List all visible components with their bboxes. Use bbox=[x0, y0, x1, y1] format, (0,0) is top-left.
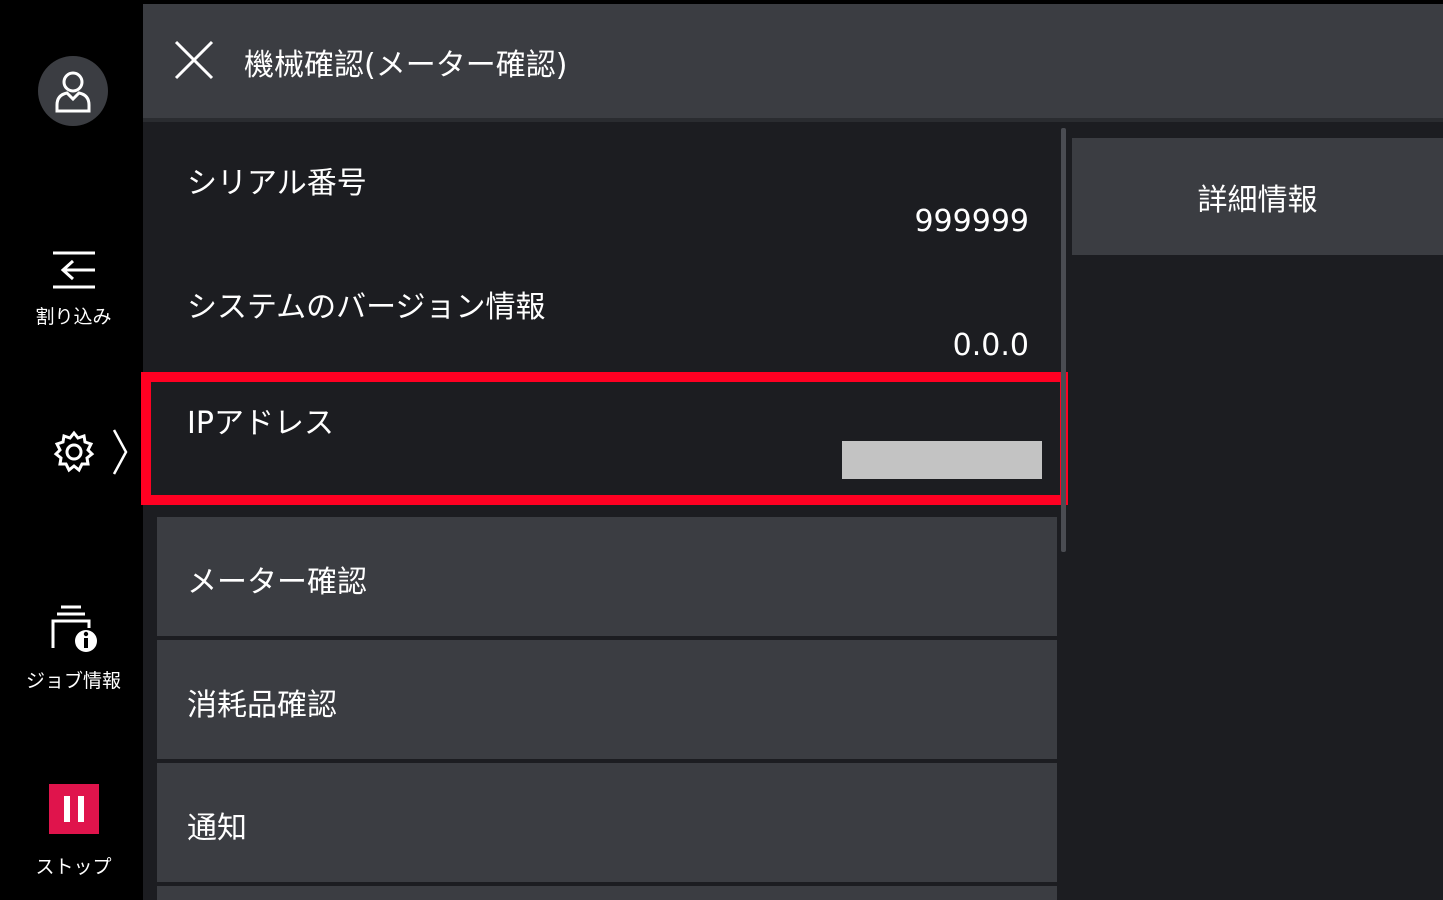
job-info-button[interactable]: ジョブ情報 bbox=[4, 604, 143, 693]
consumables-check-item[interactable]: 消耗品確認 bbox=[157, 640, 1057, 759]
job-info-label: ジョブ情報 bbox=[25, 670, 121, 692]
system-version-row: システムのバージョン情報 0.0.0 bbox=[157, 254, 1057, 374]
system-version-label: システムのバージョン情報 bbox=[187, 290, 546, 325]
next-menu-item[interactable] bbox=[157, 886, 1057, 900]
job-info-icon bbox=[51, 605, 97, 652]
detail-info-label: 詳細情報 bbox=[1197, 182, 1318, 218]
notification-item[interactable]: 通知 bbox=[157, 763, 1057, 882]
close-button[interactable] bbox=[172, 38, 216, 82]
close-icon bbox=[174, 40, 214, 80]
interrupt-label: 割り込み bbox=[35, 306, 112, 328]
meter-check-label: メーター確認 bbox=[187, 565, 367, 600]
consumables-check-label: 消耗品確認 bbox=[187, 688, 337, 723]
left-rail: 割り込み ジョブ情報 ストップ bbox=[4, 4, 143, 900]
notification-label: 通知 bbox=[187, 811, 247, 846]
stop-button[interactable]: ストップ bbox=[4, 784, 143, 879]
serial-number-value: 999999 bbox=[914, 204, 1029, 239]
page-title: 機械確認(メーター確認) bbox=[244, 48, 568, 83]
stop-icon bbox=[48, 784, 99, 834]
user-button[interactable] bbox=[38, 56, 108, 126]
gear-icon bbox=[53, 430, 95, 473]
user-icon bbox=[55, 71, 91, 113]
meter-check-item[interactable]: メーター確認 bbox=[157, 517, 1057, 636]
ip-address-highlight bbox=[141, 372, 1070, 505]
scrollbar[interactable] bbox=[1061, 128, 1066, 552]
serial-number-row: シリアル番号 999999 bbox=[157, 130, 1057, 250]
detail-info-button[interactable]: 詳細情報 bbox=[1072, 138, 1443, 255]
serial-number-label: シリアル番号 bbox=[187, 166, 367, 201]
interrupt-icon bbox=[52, 251, 95, 289]
interrupt-button[interactable]: 割り込み bbox=[4, 250, 143, 329]
system-version-value: 0.0.0 bbox=[952, 328, 1029, 363]
chevron-right-icon bbox=[112, 429, 128, 475]
stop-label: ストップ bbox=[35, 856, 112, 878]
